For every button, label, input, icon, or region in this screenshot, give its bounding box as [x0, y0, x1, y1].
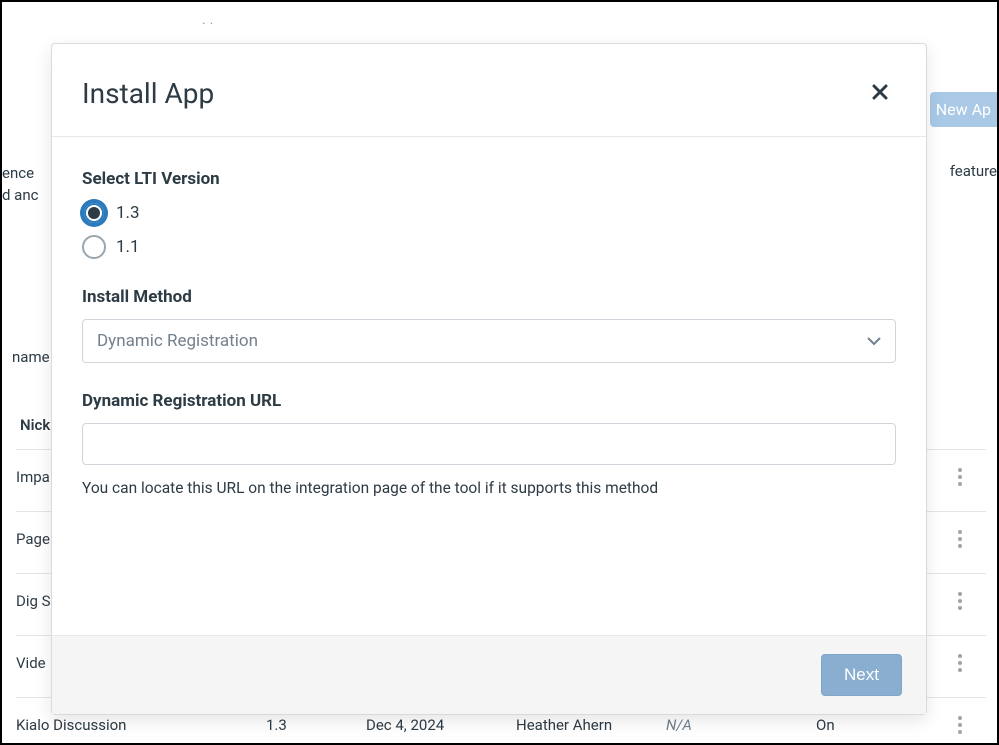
row-version: 1.3 — [266, 716, 366, 734]
modal-body: Select LTI Version 1.3 1.1 Install Metho… — [52, 137, 926, 635]
registration-url-input[interactable] — [82, 423, 896, 465]
radio-label: 1.3 — [116, 203, 140, 223]
kebab-icon[interactable] — [958, 716, 962, 734]
close-icon — [872, 80, 888, 105]
kebab-icon[interactable] — [958, 530, 962, 548]
radio-option-1-3[interactable]: 1.3 — [82, 201, 896, 225]
bg-name-label: name — [12, 348, 50, 366]
row-name: Kialo Discussion — [16, 716, 266, 734]
bg-desc-right: feature — [950, 162, 997, 180]
modal-title: Install App — [82, 77, 214, 110]
install-method-select[interactable]: Dynamic Registration — [82, 319, 896, 363]
radio-label: 1.1 — [116, 237, 140, 257]
radio-option-1-1[interactable]: 1.1 — [82, 235, 896, 259]
radio-icon[interactable] — [82, 201, 106, 225]
bg-desc2: d anc — [2, 186, 38, 204]
kebab-icon[interactable] — [958, 654, 962, 672]
row-date: Dec 4, 2024 — [366, 716, 516, 734]
install-app-modal: Install App Select LTI Version 1.3 1.1 I… — [51, 43, 927, 715]
bg-nick-label: Nick — [20, 416, 50, 434]
radio-icon[interactable] — [82, 235, 106, 259]
select-value: Dynamic Registration — [97, 331, 258, 351]
modal-footer: Next — [52, 635, 926, 714]
next-button[interactable]: Next — [821, 654, 902, 696]
row-owner: Heather Ahern — [516, 716, 666, 734]
row-status: On — [816, 716, 886, 734]
bg-desc1: ence — [2, 164, 34, 182]
kebab-icon[interactable] — [958, 592, 962, 610]
install-method-label: Install Method — [82, 287, 896, 307]
registration-url-help: You can locate this URL on the integrati… — [82, 479, 896, 497]
lti-version-label: Select LTI Version — [82, 169, 896, 189]
modal-header: Install App — [52, 44, 926, 137]
row-na: N/A — [666, 716, 816, 734]
kebab-icon[interactable] — [958, 468, 962, 486]
bg-top-fragment: .. — [202, 12, 997, 28]
bg-desc-left: ence d anc — [2, 162, 38, 206]
new-app-button[interactable]: New Ap — [930, 92, 997, 127]
close-button[interactable] — [864, 76, 896, 110]
registration-url-label: Dynamic Registration URL — [82, 391, 896, 411]
